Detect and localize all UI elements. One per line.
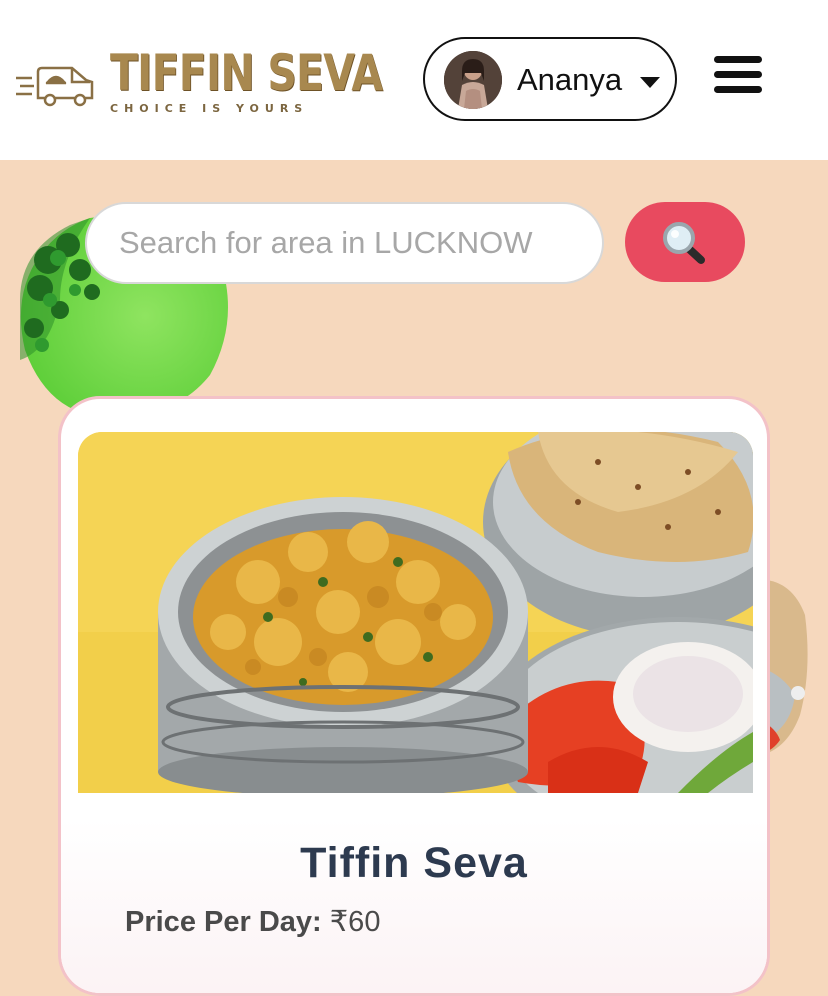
price-per-day: Price Per Day: ₹60	[125, 904, 380, 939]
hamburger-menu-icon[interactable]	[714, 56, 762, 94]
user-name: Ananya	[517, 62, 623, 97]
tiffin-card[interactable]: Tiffin Seva Price Per Day: ₹60	[58, 396, 770, 996]
search-button[interactable]	[625, 202, 745, 282]
tiffin-food-image	[78, 432, 753, 793]
area-search-input[interactable]	[85, 202, 604, 284]
delivery-truck-icon	[16, 66, 94, 107]
tiffin-name: Tiffin Seva	[300, 839, 528, 887]
price-value: ₹60	[329, 906, 381, 938]
user-photo	[444, 51, 502, 109]
brand-logo[interactable]: TIFFIN SEVA CHOICE IS YOURS	[16, 44, 383, 124]
app-header: TIFFIN SEVA CHOICE IS YOURS Ananya	[0, 0, 828, 160]
price-label: Price Per Day:	[125, 906, 322, 938]
brand-name: TIFFIN SEVA	[110, 44, 383, 102]
brand-tagline: CHOICE IS YOURS	[110, 102, 309, 115]
user-menu-button[interactable]: Ananya	[423, 37, 677, 121]
magnifier-icon	[663, 222, 705, 264]
caret-down-icon	[640, 77, 660, 88]
avatar	[444, 51, 502, 109]
